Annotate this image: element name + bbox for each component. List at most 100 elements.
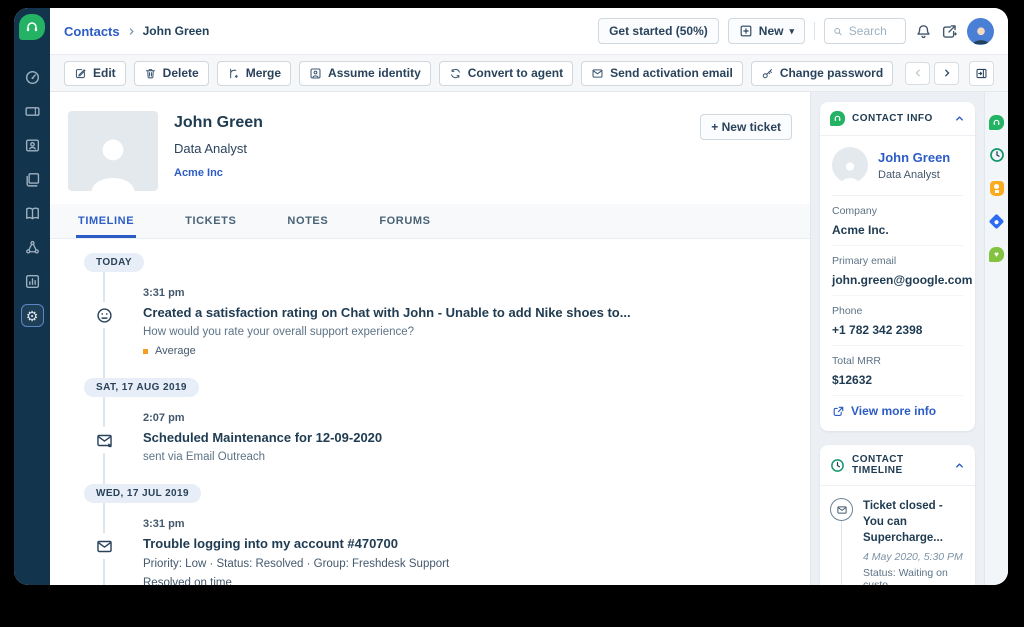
- external-link-icon: [833, 406, 844, 416]
- merge-button[interactable]: Merge: [216, 60, 292, 86]
- person-silhouette-icon: [91, 139, 135, 191]
- notifications-bell-icon[interactable]: [915, 23, 932, 40]
- freshdesk-strip-icon[interactable]: [989, 114, 1005, 130]
- entry-title[interactable]: Trouble logging into my account #470700: [143, 536, 794, 551]
- tab-timeline[interactable]: TIMELINE: [76, 204, 137, 238]
- edit-icon: [75, 68, 86, 78]
- field-value: $12632: [832, 373, 873, 387]
- topbar-divider: [814, 22, 815, 40]
- timeline-group: WED, 17 JUL 2019 3:31 pm Trouble logging…: [50, 483, 810, 585]
- top-bar: Contacts John Green Get started (50%) Ne…: [50, 8, 1008, 55]
- send-activation-email-button[interactable]: Send activation email: [581, 60, 743, 86]
- contact-job-title: Data Analyst: [174, 141, 247, 156]
- timeline-clock-icon: [830, 458, 845, 473]
- search-box[interactable]: [824, 18, 906, 44]
- sidebar-item-copies[interactable]: [21, 168, 44, 191]
- app-window: ⚙ Contacts John Green Get started (50%) …: [14, 8, 1008, 585]
- convert-to-agent-button-label: Convert to agent: [467, 66, 564, 80]
- contact-timeline-header: CONTACT TIMELINE: [820, 445, 975, 486]
- profile-header: John Green Data Analyst Acme Inc + New t…: [50, 92, 810, 204]
- sidebar-item-settings[interactable]: ⚙: [20, 304, 44, 327]
- new-ticket-button[interactable]: + New ticket: [700, 114, 792, 140]
- avatar-silhouette: [972, 26, 989, 44]
- change-password-button[interactable]: Change password: [750, 60, 894, 86]
- convert-to-agent-button[interactable]: Convert to agent: [438, 60, 574, 86]
- detail-tabs: TIMELINE TICKETS NOTES FORUMS: [50, 204, 810, 239]
- user-avatar[interactable]: [967, 17, 994, 45]
- marketing-heart-strip-icon[interactable]: ♥: [989, 246, 1005, 262]
- toggle-panel-button[interactable]: [969, 60, 994, 86]
- envelope-icon: [592, 68, 603, 78]
- timeline-entry: 2:07 pm Scheduled Maintenance for 12-09-…: [92, 412, 794, 463]
- new-button-label: New: [758, 24, 784, 38]
- sidebar-item-analytics[interactable]: [21, 270, 44, 293]
- contact-info-body: John Green Data Analyst Company Acme Inc…: [820, 136, 975, 431]
- freshdesk-mini-icon: [830, 111, 845, 126]
- trash-icon: [145, 68, 155, 78]
- next-record-button[interactable]: [934, 61, 959, 85]
- breadcrumb-chevron-icon: [127, 27, 136, 36]
- sidebar-item-community[interactable]: [21, 236, 44, 259]
- merge-icon: [229, 68, 238, 78]
- whats-new-icon[interactable]: [941, 23, 958, 40]
- search-input[interactable]: [848, 24, 897, 38]
- edit-button[interactable]: Edit: [64, 60, 126, 86]
- sidebar-item-solutions[interactable]: [21, 202, 44, 225]
- delete-button[interactable]: Delete: [133, 60, 209, 86]
- person-silhouette-icon: [841, 162, 859, 183]
- collapse-contact-timeline-icon[interactable]: [954, 460, 965, 471]
- view-more-info-label: View more info: [851, 404, 937, 418]
- get-started-button[interactable]: Get started (50%): [598, 18, 719, 44]
- rating-dot: [143, 348, 148, 354]
- search-icon: [834, 27, 842, 35]
- tab-forums[interactable]: FORUMS: [377, 204, 432, 238]
- contact-timeline-entry: Ticket closed - You can Supercharge... 4…: [830, 498, 965, 585]
- tab-notes[interactable]: NOTES: [285, 204, 330, 238]
- new-button[interactable]: New ▾: [727, 18, 805, 44]
- field-value: +1 782 342 2398: [832, 323, 923, 337]
- page-background: ⚙ Contacts John Green Get started (50%) …: [0, 0, 1024, 627]
- contact-timeline-clock-strip-icon[interactable]: [989, 147, 1005, 163]
- content-row: John Green Data Analyst Acme Inc + New t…: [50, 92, 1008, 585]
- chevron-right-icon: [944, 69, 949, 77]
- sidebar-item-tickets[interactable]: [21, 100, 44, 123]
- breadcrumb-contacts-link[interactable]: Contacts: [64, 24, 120, 39]
- heart-icon: ♥: [989, 246, 1004, 262]
- entry-title[interactable]: Scheduled Maintenance for 12-09-2020: [143, 430, 794, 445]
- assume-identity-button[interactable]: Assume identity: [299, 60, 431, 86]
- contact-info-name-link[interactable]: John Green: [878, 150, 950, 165]
- gamification-badge-strip-icon[interactable]: [989, 180, 1005, 196]
- send-activation-email-button-label: Send activation email: [610, 66, 733, 80]
- freshdesk-logo[interactable]: [19, 14, 45, 40]
- ticket-icon: [24, 107, 40, 116]
- entry-subtitle: sent via Email Outreach: [143, 451, 266, 463]
- email-icon: [92, 533, 116, 559]
- timeline-date-badge: SAT, 17 AUG 2019: [84, 378, 199, 397]
- entry-rating: Average: [143, 345, 794, 357]
- sidebar-item-contacts[interactable]: [21, 134, 44, 157]
- contact-company-link[interactable]: Acme Inc: [174, 167, 263, 179]
- book-icon: [25, 207, 39, 220]
- segments-diamond-strip-icon[interactable]: [988, 213, 1005, 229]
- entry-time: 3:31 pm: [143, 518, 185, 530]
- pages-icon: [25, 173, 39, 187]
- field-label: Primary email: [832, 255, 897, 267]
- record-pager: [905, 60, 994, 86]
- tab-tickets[interactable]: TICKETS: [183, 204, 238, 238]
- entry-title[interactable]: Created a satisfaction rating on Chat wi…: [143, 305, 794, 320]
- right-panel: CONTACT INFO John Green Data Analyst Com…: [810, 92, 984, 585]
- entry-resolution: Resolved on time: [143, 577, 232, 585]
- view-more-info-link[interactable]: View more info: [832, 404, 963, 418]
- email-outreach-icon: [92, 427, 116, 453]
- breadcrumb-current: John Green: [142, 24, 210, 38]
- delete-button-label: Delete: [162, 66, 199, 80]
- sidebar-item-dashboard[interactable]: [21, 66, 44, 89]
- contact-card-icon: [25, 139, 39, 152]
- profile-info: John Green Data Analyst Acme Inc: [174, 111, 263, 191]
- profile-avatar-placeholder: [68, 111, 158, 191]
- edit-button-label: Edit: [93, 66, 116, 80]
- collapse-contact-info-icon[interactable]: [954, 113, 965, 124]
- ct-entry-title[interactable]: Ticket closed - You can Supercharge...: [863, 498, 965, 546]
- previous-record-button[interactable]: [905, 61, 930, 85]
- field-value: Acme Inc.: [832, 223, 889, 237]
